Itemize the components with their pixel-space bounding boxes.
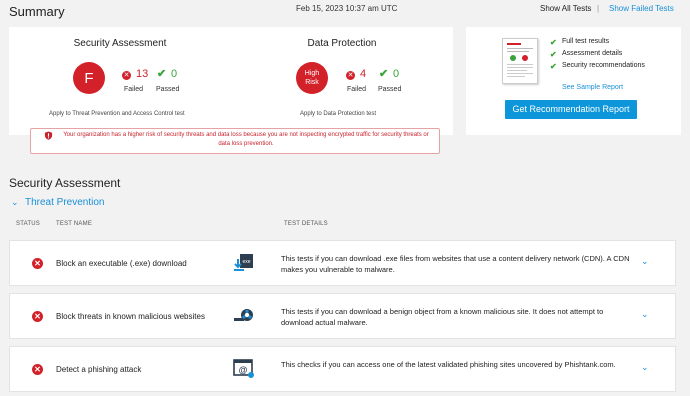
passed-check-icon: ✔ — [157, 68, 167, 80]
data-protection-title: Data Protection — [307, 38, 377, 49]
svg-text:@: @ — [239, 365, 248, 375]
security-apply-text: Apply to Threat Prevention and Access Co… — [49, 111, 185, 117]
test-name: Block an executable (.exe) download — [56, 259, 187, 268]
chevron-down-icon[interactable]: ⌄ — [11, 197, 19, 208]
security-failed-count: 13 — [136, 68, 149, 80]
test-details: This tests if you can download a benign … — [281, 307, 604, 327]
test-name: Block threats in known malicious website… — [56, 312, 205, 321]
bullet-assessment-details: Assessment details — [562, 50, 623, 57]
column-header-test-name: TEST NAME — [56, 221, 93, 227]
show-failed-tests-link[interactable]: Show Failed Tests — [609, 4, 674, 13]
section-title: Security Assessment — [9, 176, 121, 190]
failed-status-icon: ✕ — [32, 258, 43, 269]
svg-text:exe: exe — [242, 259, 250, 265]
show-all-tests-link[interactable]: Show All Tests — [540, 4, 591, 13]
column-header-status: STATUS — [16, 221, 40, 227]
get-recommendation-report-button[interactable]: Get Recommendation Report — [505, 100, 637, 119]
biohazard-icon — [234, 309, 253, 321]
passed-check-icon: ✔ — [379, 68, 389, 80]
chevron-down-icon[interactable]: ⌄ — [641, 256, 649, 267]
dp-apply-text: Apply to Data Protection test — [300, 111, 377, 117]
chevron-down-icon[interactable]: ⌄ — [641, 309, 649, 320]
bullet-check-icon: ✔ — [550, 62, 557, 71]
failed-status-icon: ✕ — [32, 364, 43, 375]
dp-passed-label: Passed — [378, 86, 402, 93]
shield-warning-icon — [44, 131, 53, 140]
security-failed-label: Failed — [124, 86, 144, 93]
dp-failed-label: Failed — [347, 86, 367, 93]
security-grade-badge: F — [73, 62, 105, 94]
failed-status-icon: ✕ — [32, 311, 43, 322]
download-exe-icon: exe — [234, 254, 253, 271]
threat-prevention-toggle[interactable]: Threat Prevention — [25, 197, 105, 208]
phishing-at-icon: @ — [233, 359, 254, 378]
bullet-security-recommendations: Security recommendations — [562, 62, 645, 69]
risk-alert-text: Your organization has a higher risk of s… — [63, 132, 429, 147]
bullet-check-icon: ✔ — [550, 50, 557, 59]
security-passed-label: Passed — [156, 86, 180, 93]
test-name: Detect a phishing attack — [56, 365, 142, 374]
grade-line-2: Risk — [305, 79, 319, 86]
test-details: This checks if you can access one of the… — [281, 360, 616, 369]
page-title: Summary — [9, 4, 65, 19]
security-assessment-title: Security Assessment — [73, 38, 167, 49]
dp-passed-count: 0 — [393, 68, 400, 80]
chevron-down-icon[interactable]: ⌄ — [641, 362, 649, 373]
sample-report-thumbnail — [502, 38, 538, 84]
bullet-full-results: Full test results — [562, 38, 610, 45]
column-header-test-details: TEST DETAILS — [284, 221, 328, 227]
failed-x-icon: ✕ — [346, 71, 355, 80]
security-grade: F — [84, 69, 94, 87]
data-protection-grade-badge: High Risk — [296, 62, 328, 94]
link-separator: | — [597, 4, 600, 13]
grade-line-1: High — [304, 70, 320, 77]
bullet-check-icon: ✔ — [550, 38, 557, 47]
dp-failed-count: 4 — [360, 68, 367, 80]
test-details: This tests if you can download .exe file… — [281, 254, 630, 274]
see-sample-report-link[interactable]: See Sample Report — [562, 84, 623, 91]
security-passed-count: 0 — [171, 68, 178, 80]
failed-x-icon: ✕ — [122, 71, 131, 80]
report-date: Feb 15, 2023 10:37 am UTC — [296, 4, 398, 13]
